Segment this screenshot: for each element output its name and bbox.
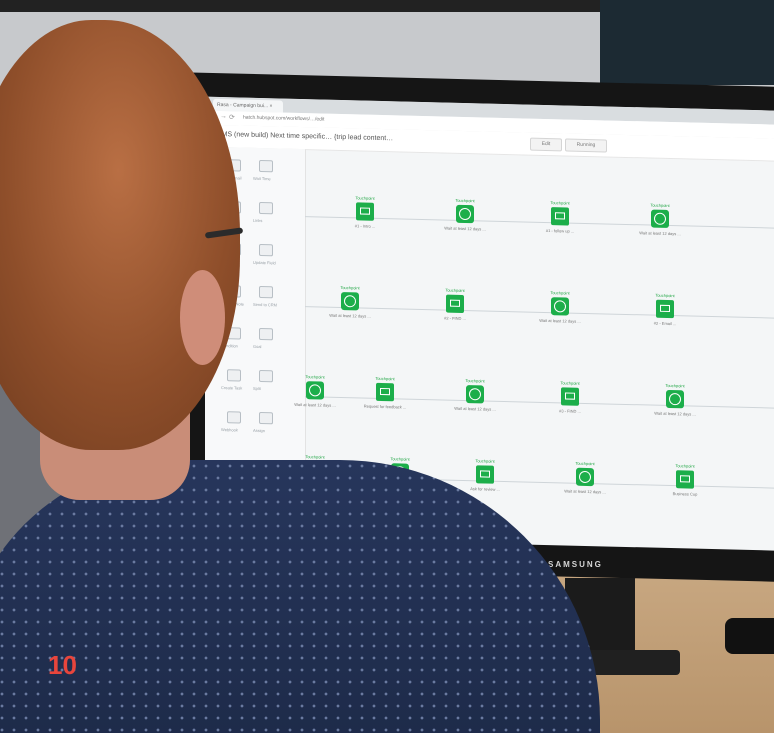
email-icon[interactable] — [446, 294, 464, 313]
node-label: Touchpoint — [550, 200, 570, 206]
clock-icon[interactable] — [306, 381, 324, 400]
node-label: Touchpoint — [305, 374, 325, 380]
photo-scene: SAMSUNG Rasa - Campaign bui... × ← → ⟳ h… — [0, 0, 774, 733]
workflow-title: {FMS (new build) Next time specific… {tr… — [215, 130, 394, 143]
node-label: Touchpoint — [575, 460, 595, 467]
background-window — [600, 0, 774, 85]
sidebar-tool-label: Wait Time — [253, 175, 271, 182]
sidebar-tool-label: Update Field — [253, 259, 276, 266]
node-text: Request for feedback ... — [363, 403, 407, 410]
clock-icon[interactable] — [576, 467, 594, 487]
sidebar-tool-icon[interactable] — [259, 159, 273, 173]
workflow-node[interactable]: Touchpoint Wait at least 12 days ... — [435, 377, 515, 412]
sidebar-tool-label: Links — [253, 217, 263, 224]
desk-cable — [725, 618, 774, 654]
sidebar-tool-icon[interactable] — [227, 411, 241, 424]
node-text: Wait at least 12 days ... — [454, 405, 496, 412]
email-icon[interactable] — [656, 299, 674, 319]
node-label: Touchpoint — [475, 458, 495, 464]
node-text: #1 - Intro ... — [354, 223, 376, 229]
sidebar-tool-icon[interactable] — [259, 369, 273, 383]
email-icon[interactable] — [551, 207, 569, 226]
workflow-node[interactable]: Touchpoint #1 - follow up ... — [520, 199, 600, 234]
edit-button[interactable]: Edit — [530, 137, 562, 152]
workflow-node[interactable]: Touchpoint #3 - FIND ... — [530, 380, 610, 415]
node-label: Touchpoint — [650, 202, 670, 209]
workflow-node[interactable]: Touchpoint Wait at least 12 days ... — [635, 382, 715, 417]
clock-icon[interactable] — [466, 385, 484, 404]
sidebar-tool-icon[interactable] — [259, 243, 273, 257]
node-label: Touchpoint — [550, 290, 570, 296]
clock-icon[interactable] — [456, 204, 474, 224]
sidebar-tool-icon[interactable] — [259, 285, 273, 299]
node-text: Wait at least 12 days ... — [564, 488, 606, 495]
node-text: #2 - Email ... — [653, 320, 677, 327]
workflow-node[interactable]: Touchpoint Wait at least 12 days ... — [310, 284, 390, 319]
node-label: Touchpoint — [675, 463, 695, 469]
node-label: Touchpoint — [445, 287, 465, 294]
workflow-node[interactable]: Touchpoint Wait at least 12 days ... — [620, 202, 700, 237]
node-label: Touchpoint — [655, 292, 675, 299]
workflow-node[interactable]: Touchpoint Wait at least 12 days ... — [425, 197, 505, 232]
forward-icon[interactable]: → — [220, 113, 227, 120]
node-label: Touchpoint — [355, 195, 375, 201]
page-number: 10 — [48, 650, 77, 680]
sidebar-tool-icon[interactable] — [259, 201, 273, 215]
sidebar-tool-icon[interactable] — [227, 369, 241, 382]
sidebar-tool-label: Split — [253, 385, 261, 392]
node-label: Touchpoint — [340, 284, 360, 291]
sidebar-tool-label: Send to CRM — [253, 301, 278, 308]
workflow-node[interactable]: Touchpoint Wait at least 12 days ... — [545, 460, 625, 495]
node-text: #1 - follow up ... — [545, 227, 575, 234]
monitor-brand: SAMSUNG — [548, 560, 603, 569]
email-icon[interactable] — [476, 465, 494, 484]
workflow-node[interactable]: TouchpointWait at least 12 days ... — [275, 373, 355, 408]
email-icon[interactable] — [561, 387, 579, 406]
sidebar-tool-label: Assign — [253, 427, 266, 434]
sidebar-tool-icon[interactable] — [259, 327, 273, 341]
node-label: Touchpoint — [455, 197, 475, 204]
reload-icon[interactable]: ⟳ — [229, 113, 235, 121]
workflow-node[interactable]: Touchpoint Wait at least 12 days ... — [520, 289, 600, 324]
sidebar-tool-icon[interactable] — [259, 411, 273, 425]
clock-icon[interactable] — [341, 291, 359, 311]
node-text: Wait at least 12 days ... — [639, 230, 681, 237]
node-text: Wait at least 12 days ... — [329, 312, 371, 319]
sidebar-tool-label: Goal — [253, 343, 262, 350]
clock-icon[interactable] — [651, 209, 669, 229]
node-text: Wait at least 12 days ... — [654, 410, 696, 417]
node-text: #2 - FIND ... — [444, 315, 466, 322]
node-label: Touchpoint — [375, 375, 395, 382]
node-text: #3 - FIND ... — [559, 408, 581, 414]
workflow-node[interactable]: Touchpoint #1 - Intro ... — [325, 195, 405, 230]
node-text: Wait at least 12 days ... — [539, 317, 581, 324]
clock-icon[interactable] — [551, 297, 569, 316]
email-icon[interactable] — [676, 470, 694, 489]
workflow-node[interactable]: Touchpoint #2 - FIND ... — [415, 287, 495, 322]
node-label: Touchpoint — [665, 382, 685, 389]
sidebar-tool-label: Create Task — [221, 385, 243, 391]
email-icon[interactable] — [376, 382, 394, 402]
node-text: Business Cup — [672, 491, 698, 497]
person-ear — [180, 270, 225, 365]
workflow-node[interactable]: Touchpoint #2 - Email ... — [625, 292, 705, 327]
workflow-node[interactable]: Touchpoint Business Cup — [645, 462, 725, 497]
node-label: Touchpoint — [560, 380, 580, 386]
clock-icon[interactable] — [666, 389, 684, 409]
workflow-node[interactable]: Touchpoint Request for feedback ... — [345, 375, 425, 410]
email-icon[interactable] — [356, 202, 374, 221]
running-button[interactable]: Running — [565, 138, 607, 153]
node-text: Wait at least 12 days ... — [444, 225, 486, 232]
address-text[interactable]: hatch.hubspot.com/workflows/…/edit — [243, 115, 324, 123]
sidebar-tool-label: Webhook — [221, 427, 238, 433]
node-label: Touchpoint — [465, 378, 485, 384]
